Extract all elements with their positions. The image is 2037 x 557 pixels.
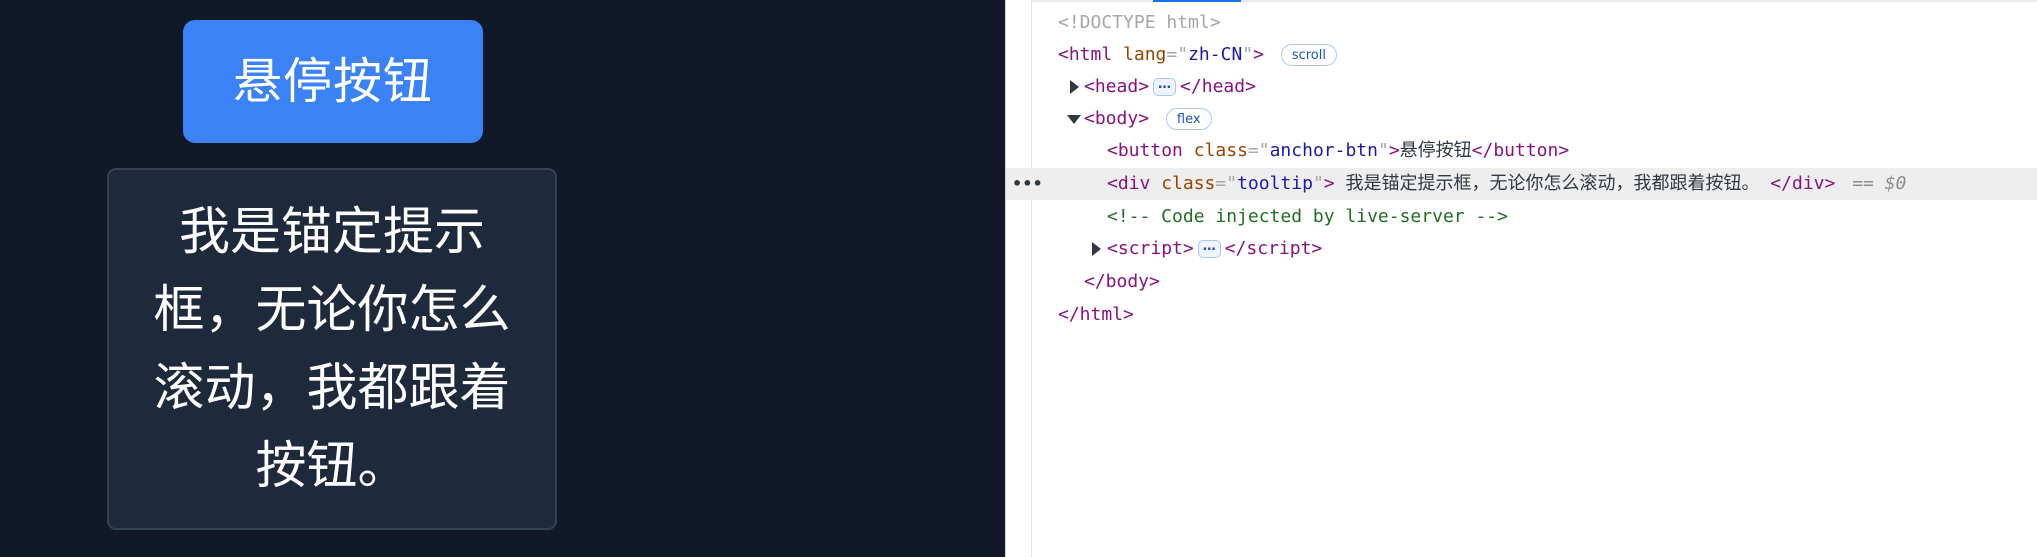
dom-node-script[interactable]: <script>… </script> <box>1006 233 2037 265</box>
div-close-tag: /div <box>1781 173 1825 194</box>
anchored-tooltip: 我是锚定提示 框，无论你怎么 滚动，我都跟着 按钮。 <box>107 168 557 530</box>
devtools-elements-panel: <!DOCTYPE html> <html lang="zh-CN"> scro… <box>1005 0 2037 557</box>
dom-node-button[interactable]: <button class="anchor-btn">悬停按钮</button> <box>1006 135 2037 167</box>
flex-badge[interactable]: flex <box>1165 108 1212 130</box>
body-tag-name: body <box>1094 108 1139 129</box>
button-text-node: 悬停按钮 <box>1399 140 1472 161</box>
tooltip-line-2: 框，无论你怎么 <box>153 281 511 340</box>
scroll-badge[interactable]: scroll <box>1280 44 1337 66</box>
dom-node-body-close[interactable]: </body> <box>1006 266 2037 298</box>
button-attr-value: anchor-btn <box>1269 140 1378 161</box>
comment-text: <!-- Code injected by live-server --> <box>1107 206 1508 227</box>
page-preview: 悬停按钮 我是锚定提示 框，无论你怎么 滚动，我都跟着 按钮。 <box>0 0 1005 557</box>
tooltip-line-1: 我是锚定提示 <box>178 203 485 262</box>
doctype-text: <!DOCTYPE html> <box>1058 12 1221 33</box>
script-tag-name: script <box>1117 238 1183 259</box>
tooltip-line-3: 滚动，我都跟着 <box>153 359 511 418</box>
tooltip-line-4: 按钮。 <box>255 437 409 496</box>
dom-node-comment[interactable]: <!-- Code injected by live-server --> <box>1006 201 2037 233</box>
active-tab-indicator <box>1153 0 1241 2</box>
button-tag-name: button <box>1117 140 1183 161</box>
dom-node-tooltip-selected[interactable]: ••• <div class="tooltip"> 我是锚定提示框，无论你怎么滚… <box>1006 168 2037 200</box>
expand-arrow-icon[interactable] <box>1070 80 1079 94</box>
anchor-button[interactable]: 悬停按钮 <box>183 20 483 143</box>
node-actions-dots[interactable]: ••• <box>1012 168 1043 200</box>
dom-node-html[interactable]: <html lang="zh-CN"> scroll <box>1006 39 2037 71</box>
expand-arrow-icon[interactable] <box>1092 242 1101 256</box>
div-text-node: 我是锚定提示框，无论你怎么滚动，我都跟着按钮。 <box>1334 173 1771 194</box>
script-close-tag: /script <box>1235 238 1312 259</box>
button-attr-name: class <box>1193 140 1248 161</box>
dom-node-head[interactable]: <head>… </head> <box>1006 71 2037 103</box>
div-attr-name: class <box>1161 173 1216 194</box>
dom-node-body[interactable]: <body> flex <box>1006 103 2037 135</box>
html-attr-value: zh-CN <box>1188 44 1243 65</box>
div-tag-name: div <box>1117 173 1151 194</box>
collapse-arrow-icon[interactable] <box>1067 115 1081 124</box>
dom-node-doctype[interactable]: <!DOCTYPE html> <box>1006 7 2037 39</box>
head-tag-name: head <box>1094 76 1139 97</box>
head-close-tag: /head <box>1190 76 1246 97</box>
head-ellipsis-button[interactable]: … <box>1153 78 1177 96</box>
html-close-tag: </html> <box>1058 304 1134 325</box>
html-attr-name: lang <box>1123 44 1167 65</box>
html-tag-name: html <box>1068 44 1113 65</box>
dom-node-html-close[interactable]: </html> <box>1006 299 2037 331</box>
button-close-tag: /button <box>1482 140 1559 161</box>
panel-top-border <box>1006 0 2037 2</box>
script-ellipsis-button[interactable]: … <box>1197 240 1221 258</box>
div-attr-value: tooltip <box>1237 173 1313 194</box>
body-close-tag: </body> <box>1084 271 1160 292</box>
selected-node-marker: == $0 <box>1852 173 1907 194</box>
